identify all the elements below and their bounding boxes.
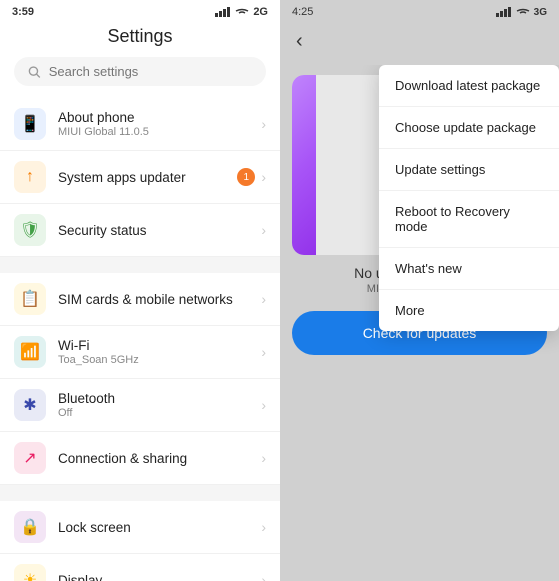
wifi-icon-left: [235, 7, 249, 17]
settings-item-sim-cards[interactable]: 📋 SIM cards & mobile networks›: [0, 273, 280, 326]
settings-panel: 3:59 2G Settings 📱 About phoneMIUI Global…: [0, 0, 280, 581]
about-phone-title: About phone: [58, 110, 261, 125]
sim-cards-title: SIM cards & mobile networks: [58, 292, 261, 307]
bluetooth-title: Bluetooth: [58, 391, 261, 406]
settings-item-display[interactable]: ☀ Display›: [0, 554, 280, 581]
settings-item-about-phone[interactable]: 📱 About phoneMIUI Global 11.0.5›: [0, 98, 280, 151]
dropdown-item-5[interactable]: More: [379, 290, 559, 331]
signal-icon: [215, 7, 231, 17]
time-left: 3:59: [12, 6, 34, 18]
connection-sharing-text: Connection & sharing: [58, 451, 261, 466]
bluetooth-chevron: ›: [261, 397, 266, 413]
dropdown-item-3[interactable]: Reboot to Recovery mode: [379, 191, 559, 248]
settings-item-security-status[interactable]: 🛡 Security status›: [0, 204, 280, 257]
display-chevron: ›: [261, 572, 266, 581]
sim-cards-icon: 📋: [14, 283, 46, 315]
section-divider: [0, 485, 280, 501]
connection-sharing-icon: ↗: [14, 442, 46, 474]
system-apps-updater-text: System apps updater: [58, 170, 237, 185]
right-content: No updates available MIUI 11.0.5.0 | Sta…: [280, 65, 559, 581]
network-type: 3G: [534, 7, 547, 18]
bluetooth-icon: ✱: [14, 389, 46, 421]
search-bar[interactable]: [14, 57, 266, 86]
about-phone-chevron: ›: [261, 116, 266, 132]
preview-bar: [292, 75, 316, 255]
sim-cards-chevron: ›: [261, 291, 266, 307]
about-phone-icon: 📱: [14, 108, 46, 140]
status-icons-right: 3G: [496, 7, 547, 18]
wi-fi-text: Wi-FiToa_Soan 5GHz: [58, 338, 261, 366]
status-bar-left: 3:59 2G: [0, 0, 280, 22]
security-status-chevron: ›: [261, 222, 266, 238]
settings-item-lock-screen[interactable]: 🔒 Lock screen›: [0, 501, 280, 554]
wifi-icon-right: [516, 7, 530, 17]
battery-icon-left: 2G: [253, 6, 268, 18]
settings-item-bluetooth[interactable]: ✱ BluetoothOff›: [0, 379, 280, 432]
about-phone-subtitle: MIUI Global 11.0.5: [58, 126, 261, 138]
connection-sharing-chevron: ›: [261, 450, 266, 466]
system-apps-updater-icon: ↑: [14, 161, 46, 193]
dropdown-item-4[interactable]: What's new: [379, 248, 559, 290]
bluetooth-subtitle: Off: [58, 407, 261, 419]
lock-screen-text: Lock screen: [58, 520, 261, 535]
section-divider: [0, 257, 280, 273]
security-status-icon: 🛡: [14, 214, 46, 246]
settings-item-connection-sharing[interactable]: ↗ Connection & sharing›: [0, 432, 280, 485]
search-icon: [28, 65, 41, 79]
display-text: Display: [58, 573, 261, 581]
wi-fi-subtitle: Toa_Soan 5GHz: [58, 354, 261, 366]
page-title: Settings: [0, 22, 280, 57]
status-icons-left: 2G: [215, 6, 268, 18]
connection-sharing-title: Connection & sharing: [58, 451, 261, 466]
settings-list: 📱About phoneMIUI Global 11.0.5›↑System a…: [0, 98, 280, 581]
display-icon: ☀: [14, 564, 46, 581]
lock-screen-icon: 🔒: [14, 511, 46, 543]
system-apps-updater-badge: 1: [237, 168, 255, 186]
lock-screen-title: Lock screen: [58, 520, 261, 535]
signal-icon-right: [496, 7, 512, 17]
security-status-title: Security status: [58, 223, 261, 238]
dropdown-menu: Download latest packageChoose update pac…: [379, 65, 559, 331]
security-status-text: Security status: [58, 223, 261, 238]
system-apps-updater-chevron: ›: [261, 169, 266, 185]
update-panel: 4:25 3G ‹ No updates available MIUI 11.0…: [280, 0, 559, 581]
dropdown-item-0[interactable]: Download latest package: [379, 65, 559, 107]
top-bar-right: ‹: [280, 22, 559, 65]
settings-item-wi-fi[interactable]: 📶 Wi-FiToa_Soan 5GHz›: [0, 326, 280, 379]
display-title: Display: [58, 573, 261, 581]
system-apps-updater-title: System apps updater: [58, 170, 237, 185]
wi-fi-icon: 📶: [14, 336, 46, 368]
dropdown-item-1[interactable]: Choose update package: [379, 107, 559, 149]
about-phone-text: About phoneMIUI Global 11.0.5: [58, 110, 261, 138]
bluetooth-text: BluetoothOff: [58, 391, 261, 419]
wi-fi-title: Wi-Fi: [58, 338, 261, 353]
sim-cards-text: SIM cards & mobile networks: [58, 292, 261, 307]
status-bar-right: 4:25 3G: [280, 0, 559, 22]
back-button[interactable]: ‹: [292, 26, 307, 57]
wi-fi-chevron: ›: [261, 344, 266, 360]
time-right: 4:25: [292, 6, 313, 18]
search-input[interactable]: [49, 64, 252, 79]
lock-screen-chevron: ›: [261, 519, 266, 535]
settings-item-system-apps-updater[interactable]: ↑ System apps updater1 ›: [0, 151, 280, 204]
dropdown-item-2[interactable]: Update settings: [379, 149, 559, 191]
